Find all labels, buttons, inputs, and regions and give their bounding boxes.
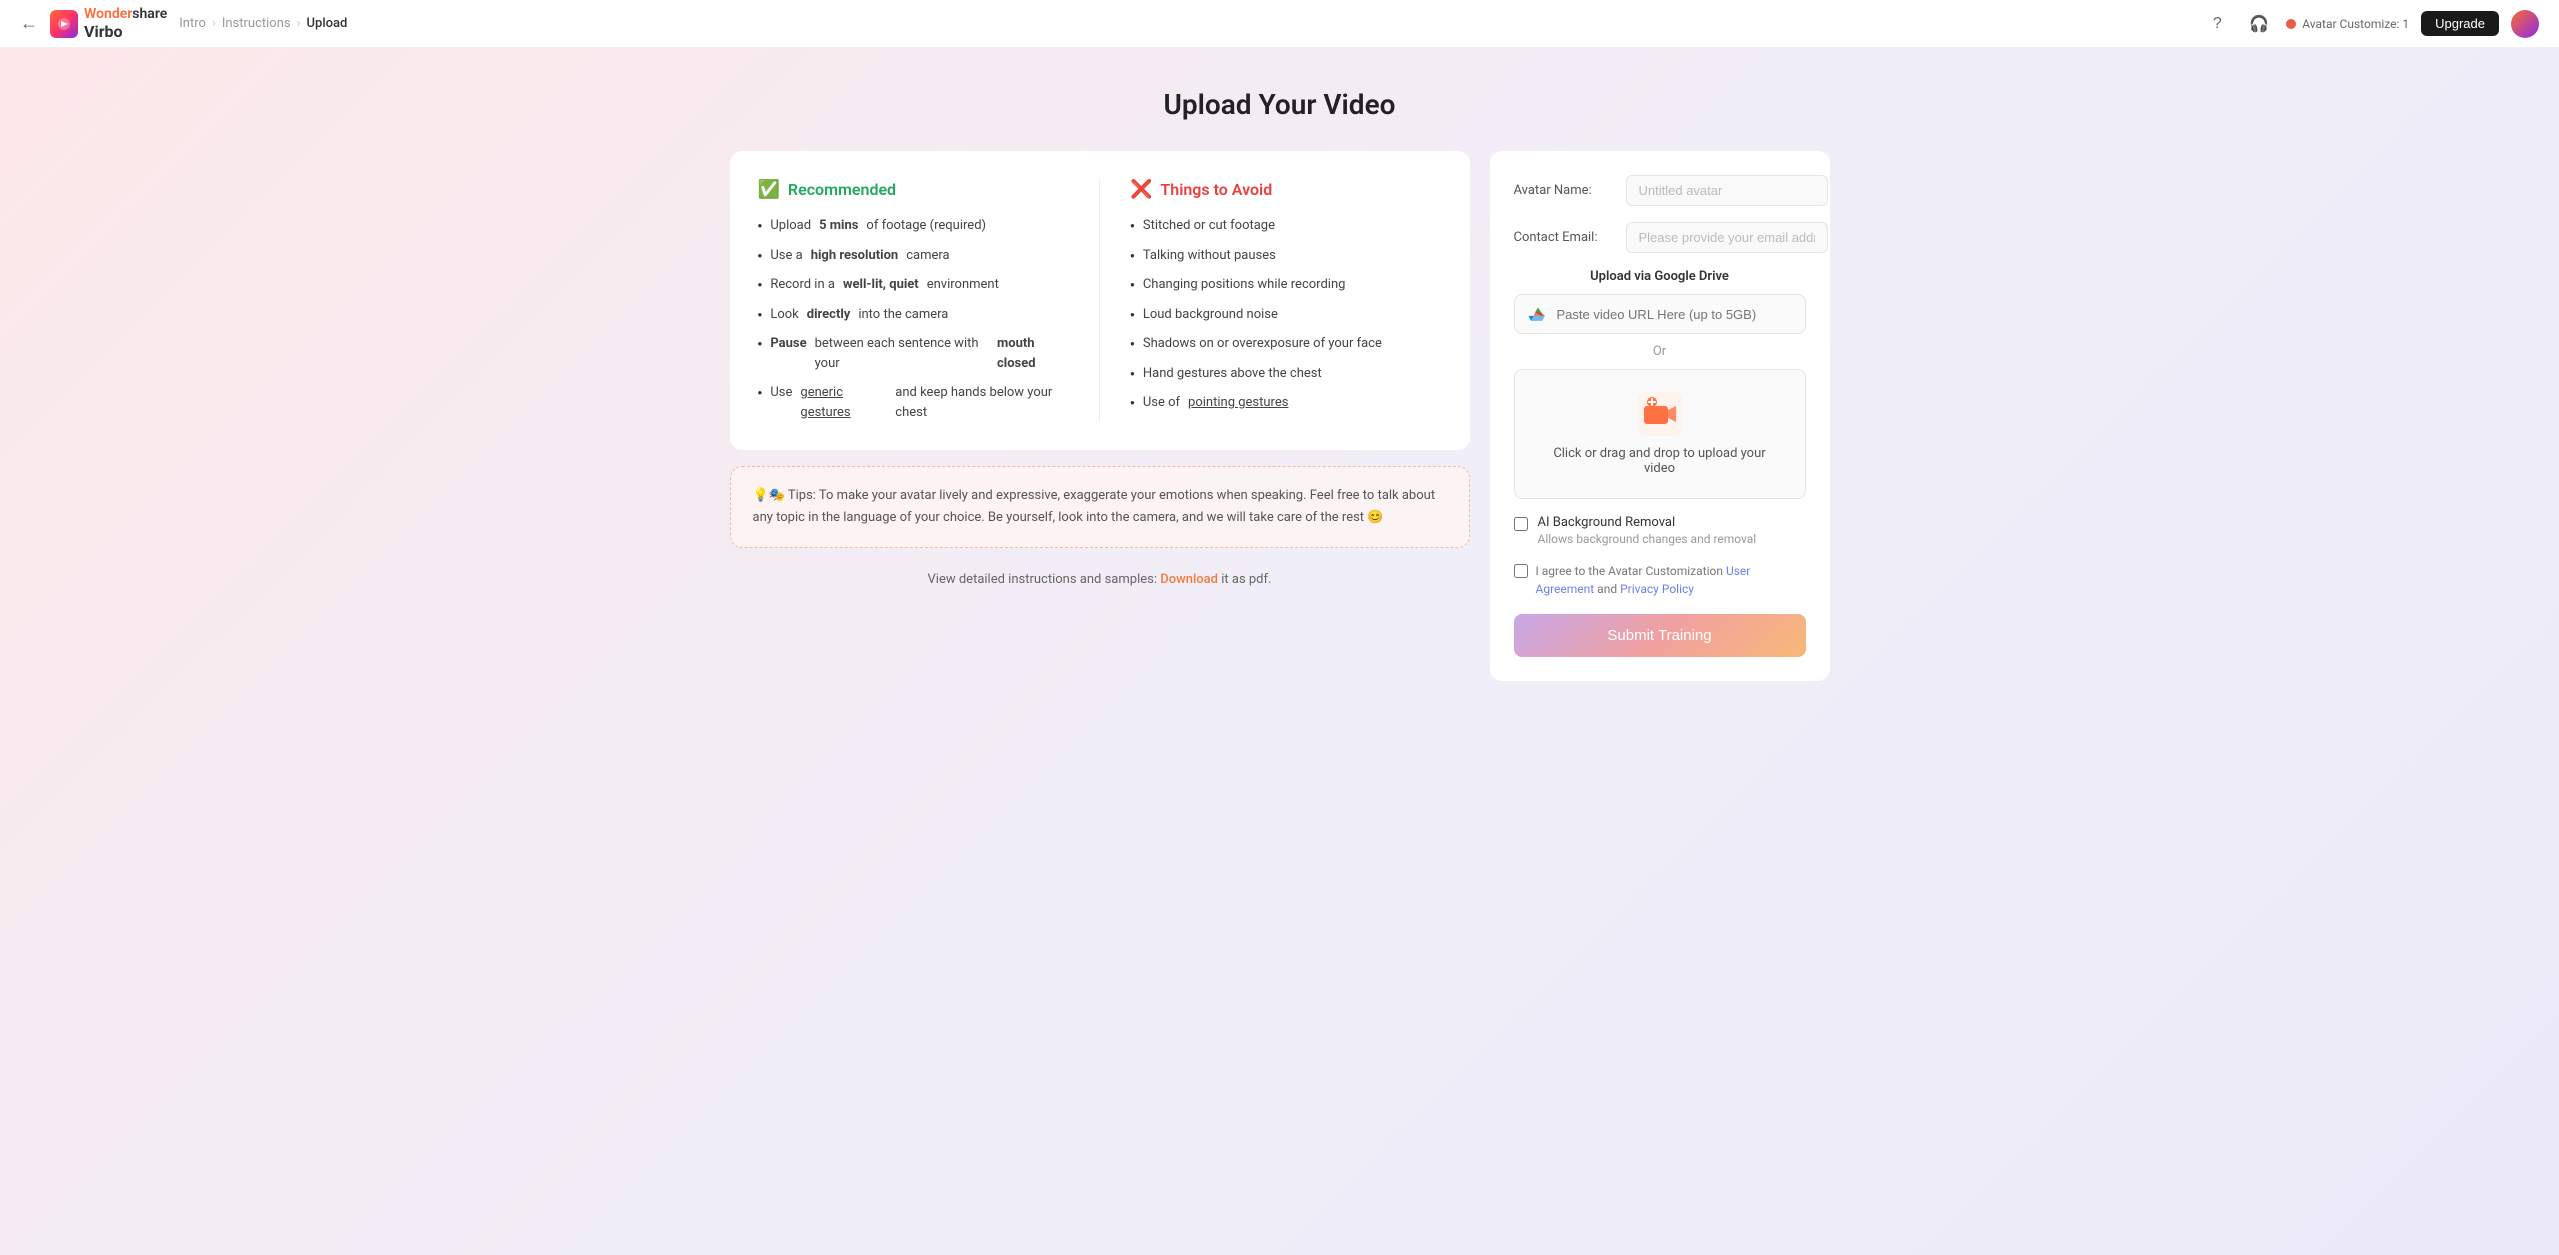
recommended-header: ✅ Recommended xyxy=(758,179,1070,200)
avoid-column: ❌ Things to Avoid Stitched or cut footag… xyxy=(1130,179,1442,422)
contact-email-input[interactable] xyxy=(1626,222,1828,253)
download-prefix: View detailed instructions and samples: xyxy=(928,572,1157,587)
help-icon: ? xyxy=(2213,15,2222,33)
breadcrumb-sep-2: › xyxy=(297,16,301,31)
header-left: ← Wondershare Virbo Intro › Instructions… xyxy=(20,6,347,41)
gdrive-url-input[interactable] xyxy=(1557,307,1793,322)
tips-text: Tips: To make your avatar lively and exp… xyxy=(753,488,1436,525)
tips-emoji-1: 💡🎭 xyxy=(753,488,785,503)
download-suffix: it as pdf. xyxy=(1221,572,1271,587)
ai-removal-desc: Allows background changes and removal xyxy=(1538,532,1757,546)
page-title: Upload Your Video xyxy=(1164,88,1396,121)
avatar-dot-icon xyxy=(2286,19,2296,29)
tips-emoji-3: 😊 xyxy=(1367,510,1383,525)
avoid-list: Stitched or cut footage Talking without … xyxy=(1130,216,1442,413)
logo-icon xyxy=(50,10,78,38)
upload-via-section: Upload via Google Drive Or xyxy=(1514,269,1806,499)
logo: Wondershare Virbo xyxy=(50,6,167,41)
ai-removal-text: AI Background Removal Allows background … xyxy=(1538,515,1757,546)
ai-removal-title: AI Background Removal xyxy=(1538,515,1757,530)
ai-removal-row: AI Background Removal Allows background … xyxy=(1514,515,1806,546)
avatar-name-label: Avatar Name: xyxy=(1514,183,1614,198)
upgrade-button[interactable]: Upgrade xyxy=(2421,11,2499,36)
upload-drop-text: Click or drag and drop to upload your vi… xyxy=(1537,446,1783,476)
list-item: Hand gestures above the chest xyxy=(1130,364,1442,384)
breadcrumb-sep-1: › xyxy=(212,16,216,31)
list-item: Shadows on or overexposure of your face xyxy=(1130,334,1442,354)
headphones-button[interactable]: 🎧 xyxy=(2244,9,2274,39)
header: ← Wondershare Virbo Intro › Instructions… xyxy=(0,0,2559,48)
agree-text: I agree to the Avatar Customization User… xyxy=(1536,562,1806,598)
gdrive-input-row[interactable] xyxy=(1514,294,1806,334)
right-panel: Avatar Name: Contact Email: Upload via G… xyxy=(1490,151,1830,681)
recommended-column: ✅ Recommended Upload 5 mins of footage (… xyxy=(758,179,1070,422)
recommendations-card: ✅ Recommended Upload 5 mins of footage (… xyxy=(730,151,1470,450)
list-item: Changing positions while recording xyxy=(1130,275,1442,295)
list-item: Stitched or cut footage xyxy=(1130,216,1442,236)
download-link[interactable]: Download xyxy=(1160,572,1218,587)
list-item: Record in a well-lit, quiet environment xyxy=(758,275,1070,295)
upload-video-icon xyxy=(1638,392,1682,436)
download-line: View detailed instructions and samples: … xyxy=(730,572,1470,587)
gdrive-icon xyxy=(1527,303,1549,325)
agree-prefix: I agree to the Avatar Customization xyxy=(1536,564,1723,578)
list-item: Upload 5 mins of footage (required) xyxy=(758,216,1070,236)
list-item: Use a high resolution camera xyxy=(758,246,1070,266)
headphones-icon: 🎧 xyxy=(2249,14,2269,34)
contact-email-label: Contact Email: xyxy=(1514,230,1614,245)
or-divider: Or xyxy=(1514,344,1806,359)
ai-removal-checkbox[interactable] xyxy=(1514,517,1528,531)
avatar-name-input[interactable] xyxy=(1626,175,1828,206)
logo-text: Wondershare Virbo xyxy=(84,6,167,41)
content-wrapper: ✅ Recommended Upload 5 mins of footage (… xyxy=(730,151,1830,681)
main-content: Upload Your Video ✅ Recommended Upload 5… xyxy=(0,48,2559,721)
upload-drop-zone[interactable]: Click or drag and drop to upload your vi… xyxy=(1514,369,1806,499)
list-item: Loud background noise xyxy=(1130,305,1442,325)
avoid-icon: ❌ xyxy=(1130,179,1152,200)
agree-row: I agree to the Avatar Customization User… xyxy=(1514,562,1806,598)
list-item: Talking without pauses xyxy=(1130,246,1442,266)
avoid-title: Things to Avoid xyxy=(1160,180,1272,199)
breadcrumb: Intro › Instructions › Upload xyxy=(179,16,347,31)
list-item: Look directly into the camera xyxy=(758,305,1070,325)
list-item: Use generic gestures and keep hands belo… xyxy=(758,383,1070,422)
tips-card: 💡🎭 Tips: To make your avatar lively and … xyxy=(730,466,1470,548)
list-item: Use of pointing gestures xyxy=(1130,393,1442,413)
contact-email-row: Contact Email: xyxy=(1514,222,1806,253)
column-divider xyxy=(1099,179,1100,422)
breadcrumb-instructions: Instructions xyxy=(222,16,291,31)
privacy-policy-link[interactable]: Privacy Policy xyxy=(1620,582,1694,596)
breadcrumb-intro: Intro xyxy=(179,16,206,31)
back-button[interactable]: ← xyxy=(20,13,38,34)
avoid-header: ❌ Things to Avoid xyxy=(1130,179,1442,200)
agree-and: and xyxy=(1597,582,1620,596)
back-icon: ← xyxy=(20,13,38,34)
recommended-list: Upload 5 mins of footage (required) Use … xyxy=(758,216,1070,422)
agree-checkbox[interactable] xyxy=(1514,564,1528,578)
avatar-customize-badge: Avatar Customize: 1 xyxy=(2286,17,2409,31)
list-item: Pause between each sentence with your mo… xyxy=(758,334,1070,373)
avatar-customize-label: Avatar Customize: 1 xyxy=(2302,17,2409,31)
help-button[interactable]: ? xyxy=(2202,9,2232,39)
left-panel: ✅ Recommended Upload 5 mins of footage (… xyxy=(730,151,1470,587)
recommended-icon: ✅ xyxy=(758,179,780,200)
breadcrumb-upload: Upload xyxy=(307,16,348,31)
submit-training-button[interactable]: Submit Training xyxy=(1514,614,1806,657)
recommended-title: Recommended xyxy=(788,180,896,199)
upload-gdrive-label: Upload via Google Drive xyxy=(1514,269,1806,284)
avatar-name-row: Avatar Name: xyxy=(1514,175,1806,206)
avatar xyxy=(2511,10,2539,38)
header-right: ? 🎧 Avatar Customize: 1 Upgrade xyxy=(2202,9,2539,39)
